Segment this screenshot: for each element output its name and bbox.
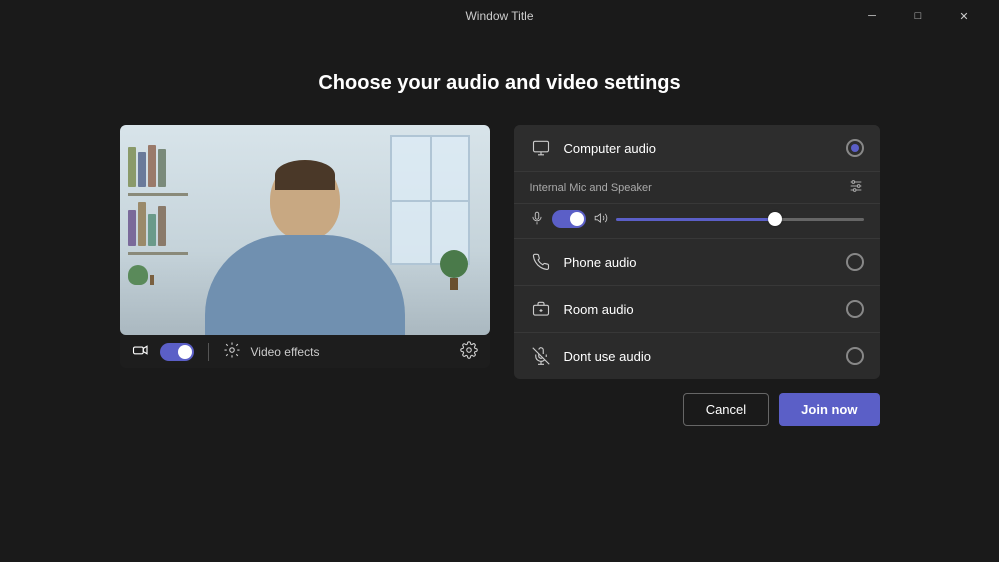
window-controls: ─ □ ✕ bbox=[849, 0, 987, 32]
person-figure bbox=[205, 160, 405, 335]
minimize-button[interactable]: ─ bbox=[849, 0, 895, 32]
join-now-button[interactable]: Join now bbox=[779, 393, 879, 426]
mic-speaker-label: Internal Mic and Speaker bbox=[530, 182, 840, 194]
volume-slider[interactable] bbox=[616, 218, 864, 221]
internal-mic-row: Internal Mic and Speaker bbox=[514, 172, 880, 204]
video-effects-label: Video effects bbox=[251, 345, 320, 359]
cancel-button[interactable]: Cancel bbox=[683, 393, 769, 426]
audio-option-none[interactable]: Dont use audio bbox=[514, 333, 880, 379]
gear-icon bbox=[460, 341, 478, 359]
phone-audio-label: Phone audio bbox=[564, 255, 846, 270]
volume-mic-row bbox=[514, 204, 880, 239]
maximize-button[interactable]: □ bbox=[895, 0, 941, 32]
video-controls-bar: Video effects bbox=[120, 335, 490, 368]
controls-divider bbox=[208, 343, 209, 361]
microphone-icon bbox=[530, 211, 544, 228]
no-audio-label: Dont use audio bbox=[564, 349, 846, 364]
sliders-icon bbox=[848, 178, 864, 197]
camera-icon bbox=[132, 341, 150, 362]
page-title: Choose your audio and video settings bbox=[318, 72, 680, 95]
audio-option-computer[interactable]: Computer audio bbox=[514, 125, 880, 172]
room-audio-icon bbox=[530, 298, 552, 320]
audio-settings-panel: Computer audio Internal Mic and Speaker bbox=[514, 125, 880, 379]
computer-audio-icon bbox=[530, 137, 552, 159]
room-audio-label: Room audio bbox=[564, 302, 846, 317]
video-effects-icon bbox=[223, 341, 241, 362]
phone-audio-radio[interactable] bbox=[846, 253, 864, 271]
video-effects-button[interactable]: Video effects bbox=[251, 345, 320, 359]
audio-option-phone[interactable]: Phone audio bbox=[514, 239, 880, 286]
video-panel: Video effects bbox=[120, 125, 490, 368]
content-row: Video effects bbox=[120, 125, 880, 379]
speaker-icon bbox=[594, 211, 608, 228]
no-audio-radio[interactable] bbox=[846, 347, 864, 365]
window-title: Window Title bbox=[465, 9, 533, 23]
phone-audio-icon bbox=[530, 251, 552, 273]
computer-audio-radio[interactable] bbox=[846, 139, 864, 157]
close-button[interactable]: ✕ bbox=[941, 0, 987, 32]
computer-audio-label: Computer audio bbox=[564, 141, 846, 156]
mic-toggle[interactable] bbox=[552, 210, 586, 228]
bookshelf-decoration bbox=[128, 145, 188, 315]
room-audio-radio[interactable] bbox=[846, 300, 864, 318]
video-settings-button[interactable] bbox=[460, 341, 478, 362]
audio-option-room[interactable]: Room audio bbox=[514, 286, 880, 333]
plant-decoration bbox=[440, 250, 468, 290]
titlebar: Window Title ─ □ ✕ bbox=[0, 0, 999, 32]
action-buttons: Cancel Join now bbox=[120, 379, 880, 426]
camera-toggle[interactable] bbox=[160, 343, 194, 361]
no-audio-icon bbox=[530, 345, 552, 367]
video-preview bbox=[120, 125, 490, 335]
main-content: Choose your audio and video settings bbox=[0, 32, 999, 562]
camera-svg bbox=[132, 341, 150, 359]
